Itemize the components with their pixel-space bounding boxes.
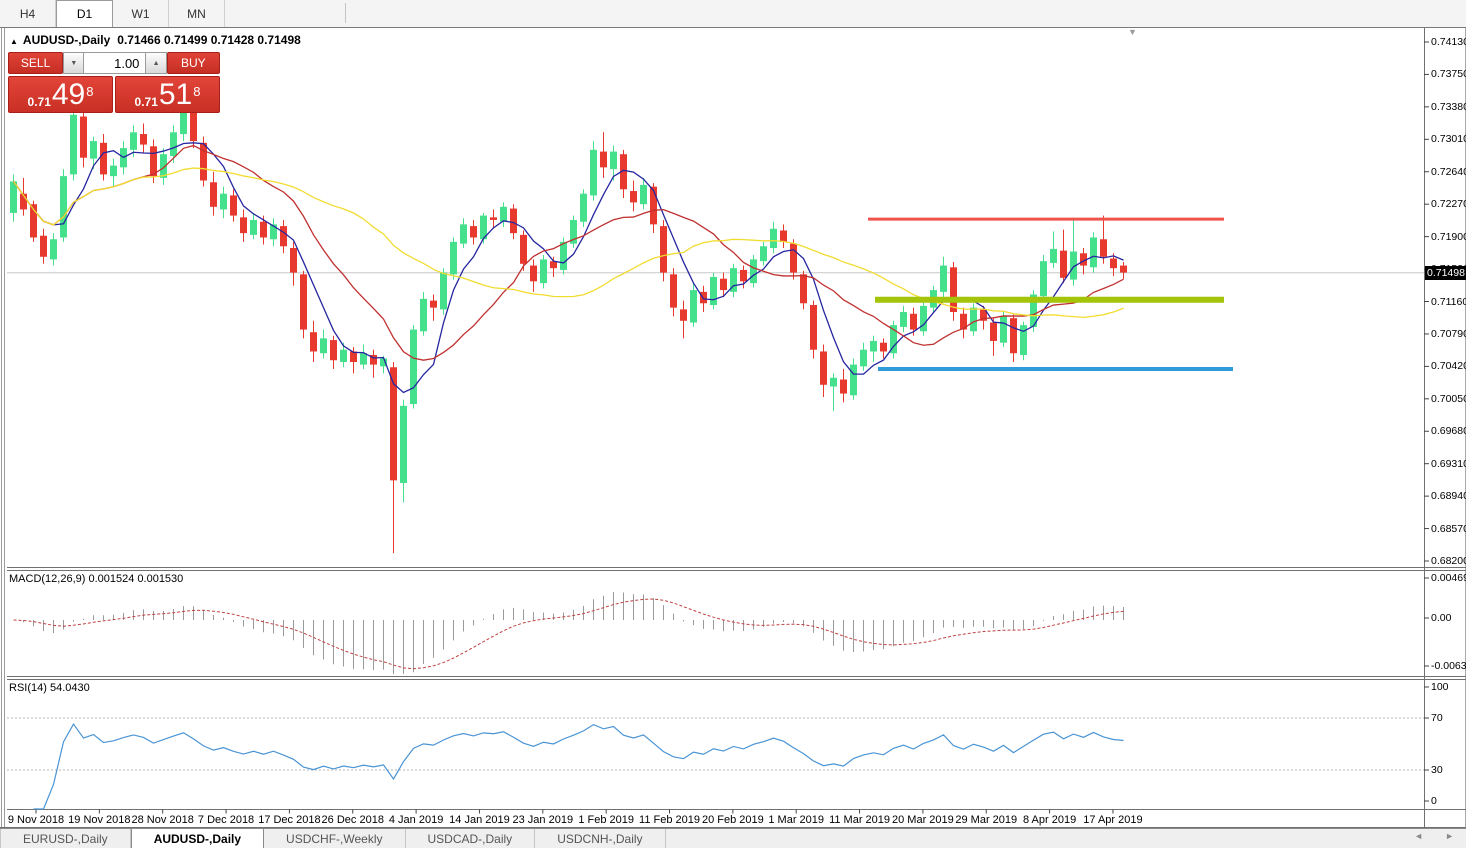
tab-scroll-arrows: ◄ ►	[1414, 831, 1454, 841]
rsi-line	[34, 724, 1124, 809]
sell-price-prefix: 0.71	[28, 95, 51, 109]
trading-terminal-window: H4D1W1MN ▲ AUDUSD-,Daily 0.71466 0.71499 0…	[0, 0, 1466, 848]
price-axis-label: 0.70050	[1431, 393, 1466, 405]
sell-price-big: 49	[52, 81, 85, 109]
price-axis-label: 0.74130	[1431, 36, 1466, 48]
sell-button[interactable]: SELL	[8, 52, 63, 74]
price-axis-label: 0.72270	[1431, 198, 1466, 210]
buy-price-prefix: 0.71	[135, 95, 158, 109]
pair-tab-USDCAD[interactable]: USDCAD-,Daily	[406, 829, 536, 848]
toolbar-divider	[345, 3, 346, 23]
tab-scroll-right-icon[interactable]: ►	[1445, 831, 1454, 841]
date-axis-label: 29 Mar 2019	[955, 814, 1017, 826]
pair-tab-USDCHF[interactable]: USDCHF-,Weekly	[264, 829, 405, 848]
date-axis-label: 7 Dec 2018	[198, 814, 254, 826]
macd-histogram	[14, 592, 1124, 674]
date-axis-label: 4 Jan 2019	[389, 814, 443, 826]
chart-title: ▲ AUDUSD-,Daily 0.71466 0.71499 0.71428 0.…	[10, 33, 301, 47]
chart-shift-marker-icon[interactable]: ▼	[1128, 27, 1137, 37]
buy-quote-box[interactable]: 0.71518	[115, 76, 220, 113]
rsi-label: RSI(14) 54.0430	[9, 682, 90, 694]
date-axis-label: 20 Feb 2019	[702, 814, 764, 826]
price-axis-label: 0.73010	[1431, 133, 1466, 145]
volume-decrease-button[interactable]: ▼	[63, 52, 84, 74]
date-axis-label: 26 Dec 2018	[322, 814, 384, 826]
tab-scroll-left-icon[interactable]: ◄	[1414, 831, 1423, 841]
price-axis-label: 0.70790	[1431, 328, 1466, 340]
date-axis-label: 20 Mar 2019	[892, 814, 954, 826]
date-axis-label: 28 Nov 2018	[131, 814, 193, 826]
price-axis-label: 0.68570	[1431, 523, 1466, 535]
collapse-triangle-icon[interactable]: ▲	[10, 37, 18, 46]
sell-price-pipette: 8	[86, 77, 93, 107]
sell-quote-box[interactable]: 0.71498	[8, 76, 113, 113]
date-axis-label: 14 Jan 2019	[449, 814, 510, 826]
buy-button[interactable]: BUY	[167, 52, 220, 74]
price-axis-label: 0.73750	[1431, 68, 1466, 80]
macd-axis-label: -0.00639	[1431, 660, 1466, 672]
volume-increase-button[interactable]: ▲	[145, 52, 166, 74]
price-chart-canvas[interactable]	[0, 0, 1466, 848]
price-axis-label: 0.72640	[1431, 166, 1466, 178]
date-axis-label: 1 Feb 2019	[578, 814, 634, 826]
buy-price-pipette: 8	[193, 77, 200, 107]
date-axis-label: 17 Apr 2019	[1083, 814, 1142, 826]
date-axis-label: 1 Mar 2019	[768, 814, 824, 826]
rsi-axis-label: 30	[1431, 764, 1443, 776]
rsi-axis-label: 100	[1431, 681, 1449, 693]
date-axis-label: 11 Feb 2019	[639, 814, 700, 826]
price-axis-label: 0.73380	[1431, 101, 1466, 113]
date-axis-label: 11 Mar 2019	[829, 814, 890, 826]
macd-axis-label: 0.004694	[1431, 572, 1466, 584]
date-axis-label: 23 Jan 2019	[513, 814, 574, 826]
date-axis-label: 8 Apr 2019	[1023, 814, 1076, 826]
price-axis-label: 0.68940	[1431, 490, 1466, 502]
pair-tab-USDCNH[interactable]: USDCNH-,Daily	[535, 829, 665, 848]
timeframe-tab-MN[interactable]: MN	[169, 0, 225, 27]
price-axis-label: 0.70420	[1431, 360, 1466, 372]
timeframe-toolbar: H4D1W1MN	[0, 0, 1466, 28]
pair-tab-AUDUSD[interactable]: AUDUSD-,Daily	[131, 829, 264, 848]
date-axis-label: 9 Nov 2018	[8, 814, 64, 826]
buy-price-big: 51	[159, 81, 192, 109]
ma_mid-line	[14, 146, 1124, 361]
price-axis-label: 0.69680	[1431, 425, 1466, 437]
timeframe-tab-W1[interactable]: W1	[113, 0, 169, 27]
price-axis-label: 0.71900	[1431, 231, 1466, 243]
date-axis-label: 17 Dec 2018	[258, 814, 320, 826]
ohlc-values: 0.71466 0.71499 0.71428 0.71498	[117, 33, 301, 47]
one-click-trade-panel: SELL ▼ 1.00 ▲ BUY 0.71498 0.71518	[8, 52, 220, 113]
macd-signal-line	[14, 599, 1124, 669]
rsi-axis-label: 0	[1431, 795, 1437, 807]
price-axis-label: 0.71160	[1431, 296, 1466, 308]
price-axis-label: 0.68200	[1431, 555, 1466, 567]
volume-input[interactable]: 1.00	[84, 52, 145, 74]
pair-tab-EURUSD[interactable]: EURUSD-,Daily	[0, 829, 131, 848]
date-axis-label: 19 Nov 2018	[68, 814, 130, 826]
timeframe-tab-D1[interactable]: D1	[56, 0, 113, 27]
chart-tab-bar: EURUSD-,DailyAUDUSD-,DailyUSDCHF-,Weekly…	[0, 828, 1466, 848]
current-price-tag: 0.71498	[1425, 266, 1466, 280]
macd-label: MACD(12,26,9) 0.001524 0.001530	[9, 573, 183, 585]
timeframe-tab-H4[interactable]: H4	[0, 0, 56, 27]
rsi-axis-label: 70	[1431, 712, 1443, 724]
symbol-period-label: AUDUSD-,Daily	[23, 33, 110, 47]
macd-axis-label: 0.00	[1431, 612, 1451, 624]
price-axis-label: 0.69310	[1431, 458, 1466, 470]
